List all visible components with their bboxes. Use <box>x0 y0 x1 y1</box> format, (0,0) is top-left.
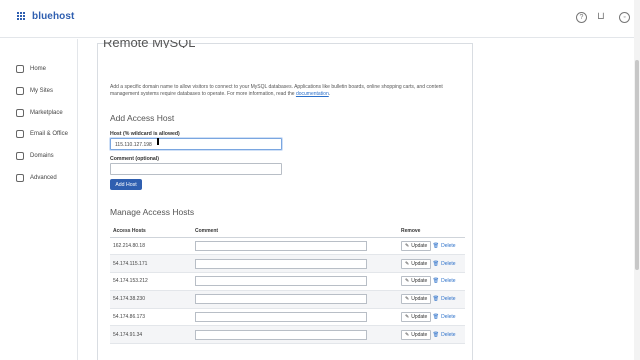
pencil-icon: ✎ <box>405 260 410 267</box>
access-host: 54.174.38.230 <box>110 290 192 309</box>
sidebar-item-domains[interactable]: Domains <box>16 152 54 160</box>
trash-icon: 🗑 <box>432 260 440 267</box>
manage-access-hosts-heading: Manage Access Hosts <box>110 207 195 217</box>
column-header: Comment <box>192 225 398 238</box>
update-button[interactable]: ✎ Update <box>401 329 432 340</box>
comment-input[interactable] <box>110 163 282 175</box>
pencil-icon: ✎ <box>405 331 410 338</box>
account-icon[interactable]: ◦ <box>619 12 630 23</box>
comment-field[interactable] <box>195 312 367 323</box>
trash-icon: 🗑 <box>432 278 440 285</box>
comment-field[interactable] <box>195 294 367 305</box>
table-row: 54.174.91.34 ✎ Update 🗑 Delete <box>110 325 465 345</box>
table-row: 162.214.80.18 ✎ Update 🗑 Delete <box>110 237 465 256</box>
trash-icon: 🗑 <box>432 331 440 338</box>
update-button[interactable]: ✎ Update <box>401 276 432 287</box>
scrollbar-thumb[interactable] <box>635 60 639 270</box>
delete-link[interactable]: 🗑 Delete <box>433 278 456 284</box>
trash-icon: 🗑 <box>432 296 440 303</box>
sidebar-item-advanced[interactable]: Advanced <box>16 174 57 182</box>
sidebar-item-my-sites[interactable]: My Sites <box>16 87 53 95</box>
sidebar-item-email-office[interactable]: Email & Office <box>16 130 68 138</box>
documentation-link[interactable]: documentation <box>296 91 329 97</box>
access-host: 162.214.80.18 <box>110 237 192 256</box>
column-header: Remove <box>398 225 465 238</box>
update-button[interactable]: ✎ Update <box>401 294 432 305</box>
column-header: Access Hosts <box>110 225 192 238</box>
delete-link[interactable]: 🗑 Delete <box>433 314 456 320</box>
update-button[interactable]: ✎ Update <box>401 240 432 251</box>
access-host: 54.174.153.212 <box>110 272 192 291</box>
access-host: 54.174.86.173 <box>110 308 192 327</box>
delete-link[interactable]: 🗑 Delete <box>433 243 456 249</box>
pencil-icon: ✎ <box>405 314 410 321</box>
text-cursor-icon <box>157 138 159 145</box>
domains-icon <box>16 152 24 160</box>
trash-icon: 🗑 <box>432 314 440 321</box>
comment-field[interactable] <box>195 240 367 251</box>
trash-icon: 🗑 <box>432 242 440 249</box>
top-bar: bluehost ? ⊔ ◦ <box>0 0 640 38</box>
table-row: 54.174.153.212 ✎ Update 🗑 Delete <box>110 272 465 291</box>
comment-field[interactable] <box>195 329 367 340</box>
sidebar-item-home[interactable]: Home <box>16 65 46 73</box>
sidebar-item-label: Domains <box>30 153 54 159</box>
table-row: 54.174.86.173 ✎ Update 🗑 Delete <box>110 308 465 327</box>
home-icon <box>16 65 24 73</box>
delete-link[interactable]: 🗑 Delete <box>433 332 456 338</box>
update-button[interactable]: ✎ Update <box>401 312 432 323</box>
email-icon <box>16 130 24 138</box>
comment-label: Comment (optional) <box>110 156 159 162</box>
table-row: 54.174.38.230 ✎ Update 🗑 Delete <box>110 290 465 309</box>
comment-field[interactable] <box>195 276 367 287</box>
delete-link[interactable]: 🗑 Delete <box>433 261 456 267</box>
description-text: Add a specific domain name to allow visi… <box>110 84 443 97</box>
help-icon[interactable]: ? <box>576 12 587 23</box>
pencil-icon: ✎ <box>405 278 410 285</box>
logo-grid-icon <box>17 12 26 21</box>
sidebar-item-label: Advanced <box>30 175 57 181</box>
sidebar: Home My Sites Marketplace Email & Office… <box>0 39 78 360</box>
access-host: 54.174.115.171 <box>110 254 192 274</box>
sidebar-item-label: Home <box>30 66 47 72</box>
brand-name: bluehost <box>32 11 75 22</box>
page-description: Add a specific domain name to allow visi… <box>110 84 443 97</box>
access-host: 54.174.91.34 <box>110 325 192 345</box>
advanced-icon <box>16 174 24 182</box>
update-button[interactable]: ✎ Update <box>401 258 432 269</box>
add-host-button[interactable]: Add Host <box>110 179 142 190</box>
table-row: 54.174.115.171 ✎ Update 🗑 Delete <box>110 254 465 274</box>
bluehost-logo[interactable]: bluehost <box>17 11 74 22</box>
sidebar-item-marketplace[interactable]: Marketplace <box>16 109 63 117</box>
sidebar-item-label: Email & Office <box>30 131 68 137</box>
sidebar-item-label: Marketplace <box>30 110 63 116</box>
sidebar-item-label: My Sites <box>30 88 54 94</box>
page-scrollbar[interactable] <box>634 0 640 360</box>
page-title: Remote MySQL <box>103 40 196 48</box>
delete-link[interactable]: 🗑 Delete <box>433 296 456 302</box>
comment-field[interactable] <box>195 258 367 269</box>
host-input[interactable]: 115.110.127.198 <box>110 138 282 150</box>
access-hosts-table: Access Hosts Comment Remove 162.214.80.1… <box>110 225 465 345</box>
marketplace-icon <box>16 109 24 117</box>
host-label: Host (% wildcard is allowed) <box>110 131 180 137</box>
cart-icon[interactable]: ⊔ <box>597 12 609 22</box>
pencil-icon: ✎ <box>405 296 410 303</box>
pencil-icon: ✎ <box>405 242 410 249</box>
add-access-host-heading: Add Access Host <box>110 113 175 123</box>
sites-icon <box>16 87 24 95</box>
